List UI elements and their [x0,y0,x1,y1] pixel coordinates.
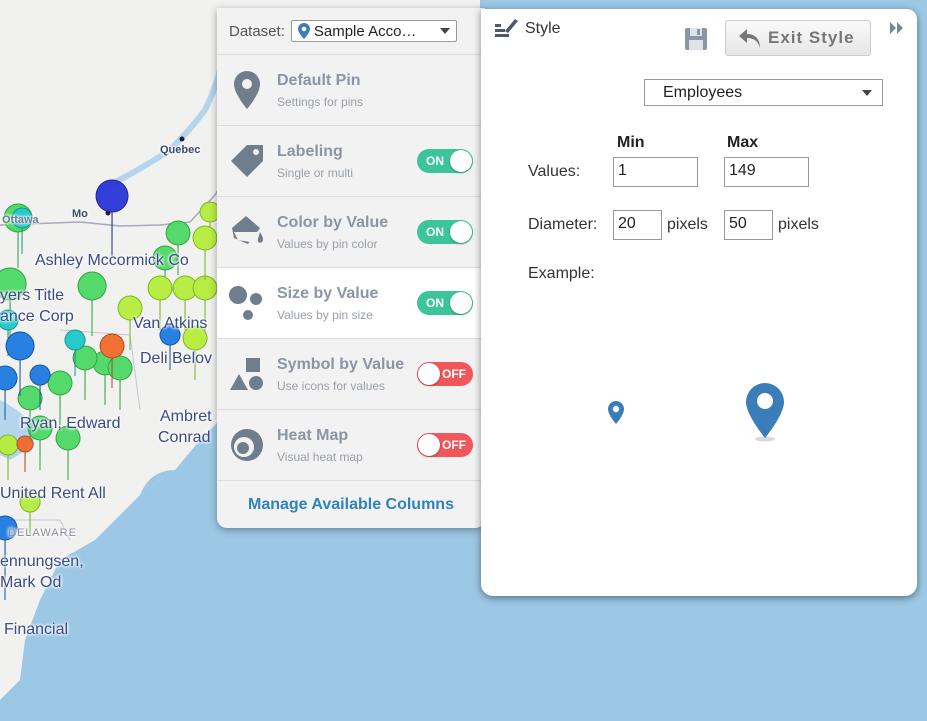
exit-style-label: Exit Style [768,28,855,47]
dataset-row: Dataset: Sample Acco… [217,8,485,55]
map-label-ashley: Ashley Mccormick Co [35,252,189,269]
color-by-value-toggle[interactable]: ON [417,220,473,244]
diameter-max-unit: pixels [778,216,819,233]
map-label-henn-1: ennungsen, [0,553,84,570]
shapes-icon [230,358,263,390]
values-label: Values: [528,163,581,180]
menu-item-heat-map[interactable]: Heat Map Visual heat map OFF [217,410,485,481]
map-label-ottawa: Ottawa [2,214,39,226]
menu-item-subtitle: Single or multi [277,165,354,180]
menu-item-title: Default Pin [277,71,361,89]
map-label-ambret: Ambret [160,408,212,425]
chevron-down-icon [439,28,450,34]
map-label-united: United Rent All [0,485,106,502]
menu-item-title: Labeling [277,142,343,160]
dataset-select[interactable]: Sample Acco… [290,20,457,42]
city-dot-quebec [179,136,185,142]
toggle-label: OFF [442,438,466,452]
map-label-quebec: Quebec [160,144,201,156]
paint-bucket-icon [232,216,264,244]
menu-item-subtitle: Values by pin color [277,236,378,251]
diameter-max-input[interactable]: 50 [724,210,773,240]
map-label-montreal: Mo [72,208,88,220]
map-label-van: Van Atkins [133,315,208,332]
pin-settings-menu: Dataset: Sample Acco… Default Pin Settin… [217,8,485,528]
tag-icon [231,145,263,177]
example-large-pin-icon [746,383,784,442]
collapse-arrows-icon[interactable] [889,21,905,35]
menu-item-subtitle: Visual heat map [277,449,363,464]
menu-item-title: Size by Value [277,284,379,302]
style-panel: Style Exit Style Employees Min Max Value… [481,9,917,596]
dataset-value: Sample Acco… [313,22,417,40]
symbol-by-value-toggle[interactable]: OFF [417,362,473,386]
map-label-ayers-1: yers Title [0,287,65,304]
menu-item-title: Symbol by Value [277,355,405,373]
toggle-label: ON [426,296,444,310]
map-label-henn-2: Mark Od [0,574,62,591]
manage-columns-link[interactable]: Manage Available Columns [217,496,485,514]
menu-item-subtitle: Settings for pins [277,94,364,109]
toggle-label: ON [426,154,444,168]
column-select-value: Employees [663,83,743,101]
undo-icon [739,29,760,48]
exit-style-button[interactable]: Exit Style [725,20,871,56]
map-label-ayers-2: ance Corp [0,308,74,325]
toggle-knob [418,434,440,456]
values-min-input[interactable]: 1 [613,157,698,187]
brush-icon [495,19,518,37]
labeling-toggle[interactable]: ON [417,149,473,173]
pin-icon [234,71,260,109]
map-label-ryan: Ryan, Edward [20,415,121,432]
style-panel-title: Style [525,20,561,37]
menu-item-color-by-value[interactable]: Color by Value Values by pin color ON [217,197,485,268]
toggle-label: ON [426,225,444,239]
menu-item-title: Heat Map [277,426,349,444]
menu-item-default-pin[interactable]: Default Pin Settings for pins [217,55,485,126]
menu-item-subtitle: Values by pin size [277,307,373,322]
diameter-min-unit: pixels [667,216,708,233]
map-label-delaware: DELAWARE [8,527,77,539]
menu-item-subtitle: Use icons for values [277,378,386,393]
example-label: Example: [528,265,595,282]
pin-icon [297,23,310,39]
values-max-input[interactable]: 149 [724,157,809,187]
diameter-label: Diameter: [528,216,598,233]
size-by-value-toggle[interactable]: ON [417,291,473,315]
map-label-financial: Financial [4,621,69,638]
map-label-deli: Deli Belov [140,350,213,367]
heat-map-toggle[interactable]: OFF [417,433,473,457]
diameter-min-input[interactable]: 20 [613,210,662,240]
menu-item-size-by-value[interactable]: Size by Value Values by pin size ON [217,268,485,339]
save-icon[interactable] [684,27,708,51]
heat-map-icon [231,429,263,461]
example-small-pin-icon [608,401,624,424]
max-header: Max [727,134,759,151]
toggle-knob [450,150,472,172]
min-header: Min [617,134,645,151]
toggle-knob [450,221,472,243]
menu-item-symbol-by-value[interactable]: Symbol by Value Use icons for values OFF [217,339,485,410]
menu-item-title: Color by Value [277,213,389,231]
circles-icon [229,286,262,320]
toggle-knob [418,363,440,385]
toggle-label: OFF [442,367,466,381]
dataset-label: Dataset: [229,22,285,40]
toggle-knob [450,292,472,314]
chevron-down-icon [862,89,872,96]
menu-item-labeling[interactable]: Labeling Single or multi ON [217,126,485,197]
map-label-conrad: Conrad [158,429,211,446]
column-select[interactable]: Employees [644,79,883,106]
